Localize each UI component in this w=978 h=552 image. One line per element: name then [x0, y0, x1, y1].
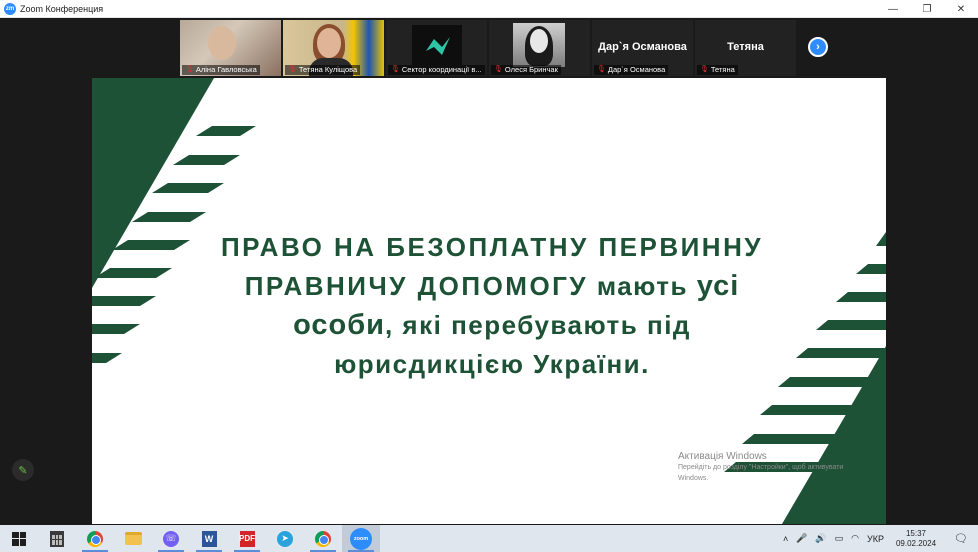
windows-logo-icon [12, 531, 26, 546]
participant-name-label: 🎙 Тетяна Куліщова [285, 65, 361, 75]
participant-tile[interactable]: 🎙 Олеся Бринчак [489, 20, 590, 76]
folder-icon [124, 532, 142, 545]
windows-activation-watermark: Активація Windows Перейдіть до розділу "… [678, 451, 844, 482]
taskbar-clock[interactable]: 15:37 09.02.2024 [896, 529, 936, 549]
participant-tile-active-speaker[interactable]: 🎙 Тетяна Куліщова [283, 20, 384, 76]
volume-icon[interactable]: 🔊 [815, 533, 826, 544]
start-button[interactable] [0, 525, 38, 552]
muted-mic-icon: 🎙 [494, 66, 503, 73]
participant-name-label: 🎙 Аліна Гавловська [182, 65, 260, 75]
participant-tile[interactable]: 🎙 Аліна Гавловська [180, 20, 281, 76]
show-hidden-icons-icon[interactable]: ˄ [783, 534, 788, 544]
wifi-icon[interactable]: ◠ [851, 533, 859, 544]
taskbar-chrome[interactable] [76, 525, 114, 552]
participant-name-label: 🎙 Тетяна [697, 65, 738, 75]
participant-name-label: 🎙 Олеся Бринчак [491, 65, 561, 75]
chrome-icon [315, 530, 331, 547]
window-controls: — ❐ ✕ [876, 0, 978, 18]
window-title: Zoom Конференция [20, 3, 104, 14]
muted-mic-icon: 🎙 [597, 66, 606, 73]
language-indicator[interactable]: УКР [867, 534, 884, 544]
shared-screen-slide: ПРАВО НА БЕЗОПЛАТНУ ПЕРВИННУ ПРАВНИЧУ ДО… [92, 78, 886, 524]
annotate-pencil-icon[interactable]: ✎ [12, 459, 34, 481]
taskbar-word[interactable]: W [190, 525, 228, 552]
taskbar-chrome-2[interactable] [304, 525, 342, 552]
taskbar-viber[interactable]: ☏ [152, 525, 190, 552]
muted-mic-icon: 🎙 [288, 66, 297, 73]
close-button[interactable]: ✕ [944, 0, 978, 18]
word-icon: W [201, 530, 217, 547]
restore-button[interactable]: ❐ [910, 0, 944, 18]
muted-mic-icon: 🎙 [391, 66, 400, 73]
zoom-icon: zoom [350, 527, 372, 550]
participant-strip: 🎙 Аліна Гавловська 🎙 Тетяна Куліщова 🎙 С… [180, 20, 796, 76]
pdf-icon: PDF [239, 530, 255, 547]
participant-display-name: Дар`я Османова [598, 41, 687, 53]
participant-tile[interactable]: Дар`я Османова 🎙 Дар`я Османова [592, 20, 693, 76]
zoom-logo-icon: zm [4, 2, 16, 15]
participant-tile[interactable]: Тетяна 🎙 Тетяна [695, 20, 796, 76]
meeting-view: 🎙 Аліна Гавловська 🎙 Тетяна Куліщова 🎙 С… [0, 18, 978, 525]
notification-center-icon[interactable]: 🗨 [954, 532, 968, 545]
taskbar-acrobat[interactable]: PDF [228, 525, 266, 552]
next-participants-button[interactable]: › [808, 37, 828, 57]
participant-logo-avatar [412, 25, 462, 65]
battery-icon[interactable]: ▭ [835, 533, 844, 544]
taskbar-telegram[interactable]: ➤ [266, 525, 304, 552]
participant-name-label: 🎙 Дар`я Османова [594, 65, 669, 75]
participant-tile[interactable]: 🎙 Сектор координації в... [386, 20, 487, 76]
windows-taskbar: ☏ W PDF ➤ zoom ˄ 🎤 🔊 ▭ ◠ УКР 15:37 09.02… [0, 525, 978, 552]
chrome-icon [87, 530, 103, 547]
telegram-icon: ➤ [277, 530, 293, 547]
slide-heading: ПРАВО НА БЕЗОПЛАТНУ ПЕРВИННУ ПРАВНИЧУ ДО… [220, 232, 764, 379]
window-titlebar: zm Zoom Конференция — ❐ ✕ [0, 0, 978, 18]
muted-mic-icon: 🎙 [185, 66, 194, 73]
viber-icon: ☏ [163, 530, 179, 547]
participant-name-label: 🎙 Сектор координації в... [388, 65, 485, 75]
minimize-button[interactable]: — [876, 0, 910, 18]
participant-display-name: Тетяна [727, 41, 764, 53]
muted-mic-icon: 🎙 [700, 66, 709, 73]
participant-photo [513, 23, 565, 67]
taskbar-calculator[interactable] [38, 525, 76, 552]
system-tray: ˄ 🎤 🔊 ▭ ◠ УКР 15:37 09.02.2024 🗨 [779, 525, 978, 552]
microphone-icon[interactable]: 🎤 [796, 533, 807, 544]
taskbar-file-explorer[interactable] [114, 525, 152, 552]
calculator-icon [50, 530, 64, 547]
taskbar-zoom[interactable]: zoom [342, 525, 380, 552]
